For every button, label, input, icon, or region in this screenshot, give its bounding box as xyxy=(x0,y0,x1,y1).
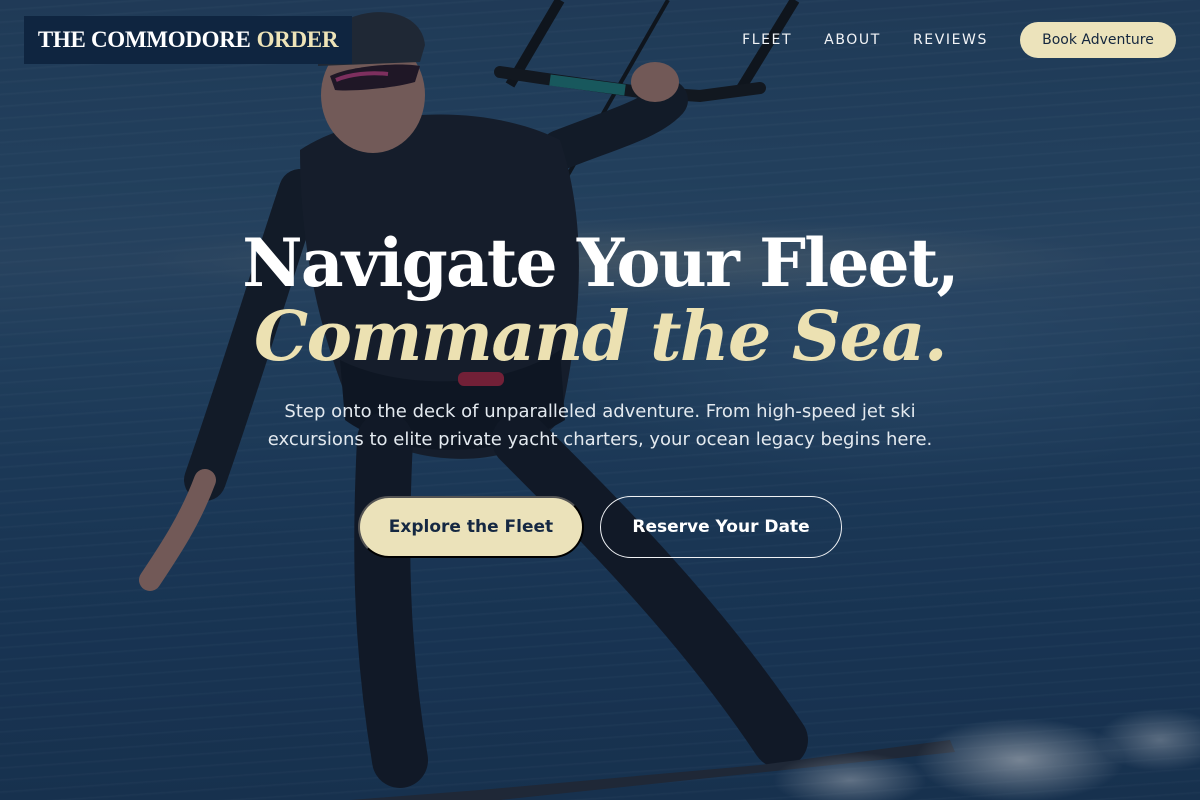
book-adventure-button[interactable]: Book Adventure xyxy=(1020,22,1176,58)
hero-section: Navigate Your Fleet, Command the Sea. St… xyxy=(0,226,1200,558)
hero-cta-group: Explore the Fleet Reserve Your Date xyxy=(0,496,1200,558)
brand-name-accent: ORDER xyxy=(256,27,339,52)
hero-headline: Navigate Your Fleet, Command the Sea. xyxy=(0,226,1200,374)
reserve-date-button[interactable]: Reserve Your Date xyxy=(600,496,842,558)
nav-link-reviews[interactable]: REVIEWS xyxy=(913,32,988,48)
explore-fleet-button[interactable]: Explore the Fleet xyxy=(358,496,584,558)
brand-name: THE COMMODORE xyxy=(37,27,251,52)
brand-logo[interactable]: THE COMMODORE ORDER xyxy=(24,16,352,64)
hero-subtitle: Step onto the deck of unparalleled adven… xyxy=(267,401,933,450)
nav-link-about[interactable]: ABOUT xyxy=(824,32,881,48)
main-nav: FLEET ABOUT REVIEWS Book Adventure xyxy=(742,22,1176,58)
nav-link-fleet[interactable]: FLEET xyxy=(742,32,792,48)
headline-line-1: Navigate Your Fleet, xyxy=(242,224,959,302)
headline-line-2: Command the Sea. xyxy=(254,297,948,377)
